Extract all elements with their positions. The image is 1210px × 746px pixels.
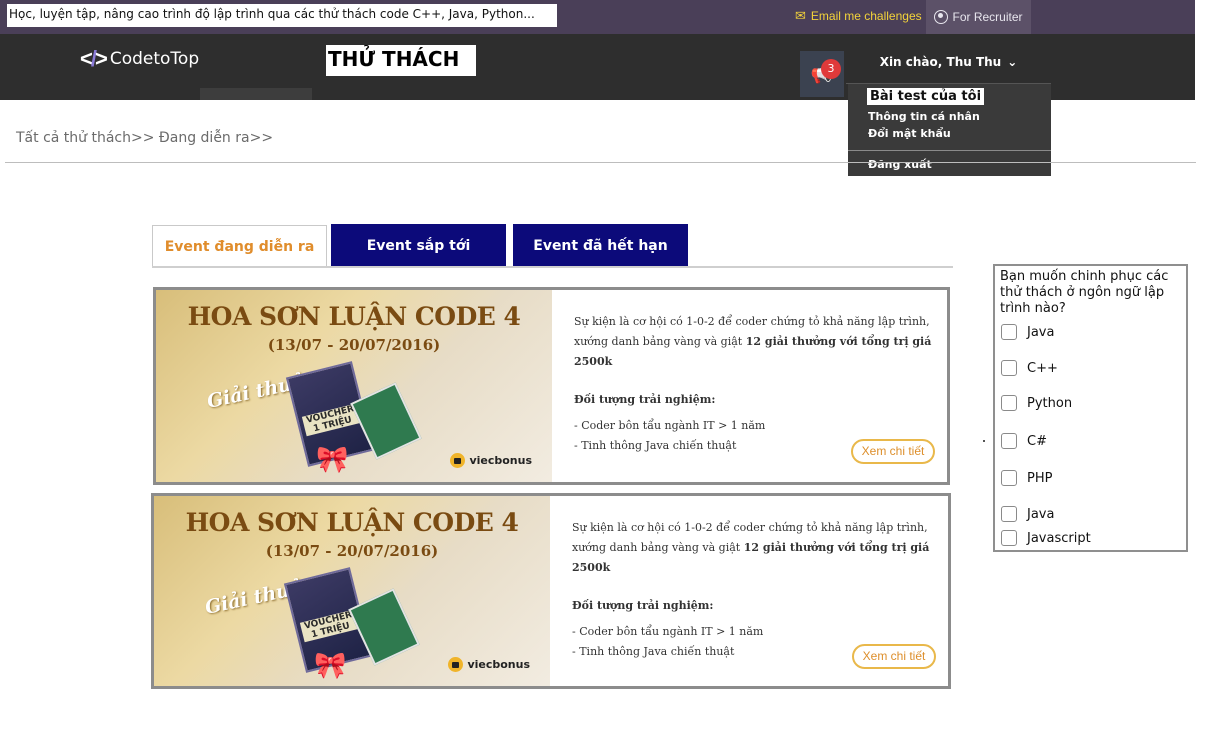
ribbon-bow-icon: 🎀	[314, 651, 347, 681]
audience-title: Đối tượng trải nghiệm:	[574, 393, 716, 406]
view-details-button[interactable]: Xem chi tiết	[851, 439, 935, 464]
filter-option-csharp[interactable]: C#	[1001, 433, 1047, 449]
filter-option-label: Java	[1027, 324, 1055, 340]
filter-option-java-2[interactable]: Java	[1001, 506, 1054, 522]
for-recruiter-link[interactable]: For Recruiter	[926, 0, 1031, 34]
page-title: THỬ THÁCH	[326, 45, 476, 76]
event-description: Sự kiện là cơ hội có 1-0-2 để coder chứn…	[572, 518, 940, 662]
filter-option-python[interactable]: Python	[1001, 395, 1072, 411]
audience-title: Đối tượng trải nghiệm:	[572, 599, 714, 612]
breadcrumb-divider	[5, 162, 1196, 163]
email-challenges-link[interactable]: ✉ Email me challenges	[795, 8, 922, 24]
greeting-text: Xin chào, Thu Thu	[879, 54, 1002, 69]
site-logo[interactable]: </> CodetoTop	[80, 46, 199, 72]
tabs-underline	[152, 266, 953, 268]
logo-text: CodetoTop	[109, 49, 200, 69]
caret-down-icon: ⌄	[1007, 54, 1018, 69]
audience-item: - Coder bôn tẩu ngành IT > 1 năm	[572, 625, 764, 638]
filter-option-php[interactable]: PHP	[1001, 470, 1052, 486]
banner-date: (13/07 - 20/07/2016)	[267, 336, 441, 354]
filter-option-label: Python	[1027, 395, 1073, 411]
banner-title: HOA SƠN LUẬN CODE 4	[187, 302, 521, 331]
nav-active-indicator	[200, 88, 312, 100]
filter-option-label: Javascript	[1027, 530, 1091, 546]
audience-item: - Coder bôn tẩu ngành IT > 1 năm	[574, 419, 766, 432]
user-circle-icon	[934, 10, 949, 24]
email-challenges-label: Email me challenges	[810, 9, 922, 23]
sponsor-name: viecbonus	[469, 454, 532, 467]
tab-ongoing-events[interactable]: Event đang diễn ra	[152, 225, 327, 268]
menu-item-profile[interactable]: Thông tin cá nhân	[868, 110, 980, 123]
menu-item-logout[interactable]: Đăng xuất	[868, 158, 932, 171]
banner-title: HOA SƠN LUẬN CODE 4	[185, 508, 519, 537]
notification-button[interactable]: 📢 3	[800, 51, 844, 97]
filter-option-cpp[interactable]: C++	[1001, 360, 1058, 376]
tab-expired-events[interactable]: Event đã hết hạn	[513, 224, 688, 267]
checkbox[interactable]	[1001, 395, 1017, 411]
filter-option-javascript[interactable]: Javascript	[1001, 530, 1091, 546]
filter-option-label: Java	[1027, 506, 1055, 522]
event-description: Sự kiện là cơ hội có 1-0-2 để coder chứn…	[574, 312, 942, 456]
filter-option-label: C++	[1027, 360, 1058, 376]
filter-option-label: C#	[1027, 433, 1047, 449]
site-tagline: Học, luyện tập, nâng cao trình độ lập tr…	[7, 4, 557, 27]
banner-date: (13/07 - 20/07/2016)	[265, 542, 439, 560]
menu-item-change-password[interactable]: Đổi mật khẩu	[868, 127, 951, 140]
checkbox[interactable]	[1001, 470, 1017, 486]
event-card: HOA SƠN LUẬN CODE 4 (13/07 - 20/07/2016)…	[151, 493, 951, 689]
event-card: HOA SƠN LUẬN CODE 4 (13/07 - 20/07/2016)…	[153, 287, 950, 485]
checkbox[interactable]	[1001, 360, 1017, 376]
sponsor-logo: viecbonus	[448, 657, 530, 672]
notification-badge: 3	[821, 59, 841, 79]
language-filter-panel: Bạn muốn chinh phục các thử thách ở ngôn…	[993, 264, 1188, 552]
checkbox[interactable]	[1001, 530, 1017, 546]
view-details-button[interactable]: Xem chi tiết	[852, 644, 936, 669]
menu-divider	[848, 150, 1051, 151]
envelope-icon: ✉	[795, 8, 806, 23]
breadcrumb[interactable]: Tất cả thử thách>> Đang diễn ra>>	[16, 130, 273, 146]
user-menu-toggle[interactable]: Xin chào, Thu Thu ⌄	[846, 40, 1051, 84]
checkbox[interactable]	[1001, 506, 1017, 522]
event-banner[interactable]: HOA SƠN LUẬN CODE 4 (13/07 - 20/07/2016)…	[154, 496, 550, 686]
sponsor-name: viecbonus	[467, 658, 530, 671]
menu-item-my-tests[interactable]: Bài test của tôi	[867, 88, 985, 105]
filter-question: Bạn muốn chinh phục các thử thách ở ngôn…	[1000, 269, 1169, 316]
filter-option-java[interactable]: Java	[1001, 324, 1054, 340]
stray-dot	[983, 440, 985, 442]
checkbox[interactable]	[1001, 324, 1017, 340]
tab-upcoming-events[interactable]: Event sắp tới	[331, 224, 506, 267]
sponsor-logo: viecbonus	[450, 453, 532, 468]
event-intro: Sự kiện là cơ hội có 1-0-2 để coder chứn…	[572, 518, 940, 578]
briefcase-icon	[448, 657, 464, 672]
event-intro: Sự kiện là cơ hội có 1-0-2 để coder chứn…	[574, 312, 942, 372]
checkbox[interactable]	[1001, 433, 1017, 449]
briefcase-icon	[450, 453, 466, 468]
event-banner[interactable]: HOA SƠN LUẬN CODE 4 (13/07 - 20/07/2016)…	[156, 290, 552, 482]
filter-option-label: PHP	[1027, 470, 1053, 486]
for-recruiter-label: For Recruiter	[952, 10, 1023, 24]
code-brackets-icon: </>	[80, 46, 108, 71]
ribbon-bow-icon: 🎀	[316, 445, 349, 475]
